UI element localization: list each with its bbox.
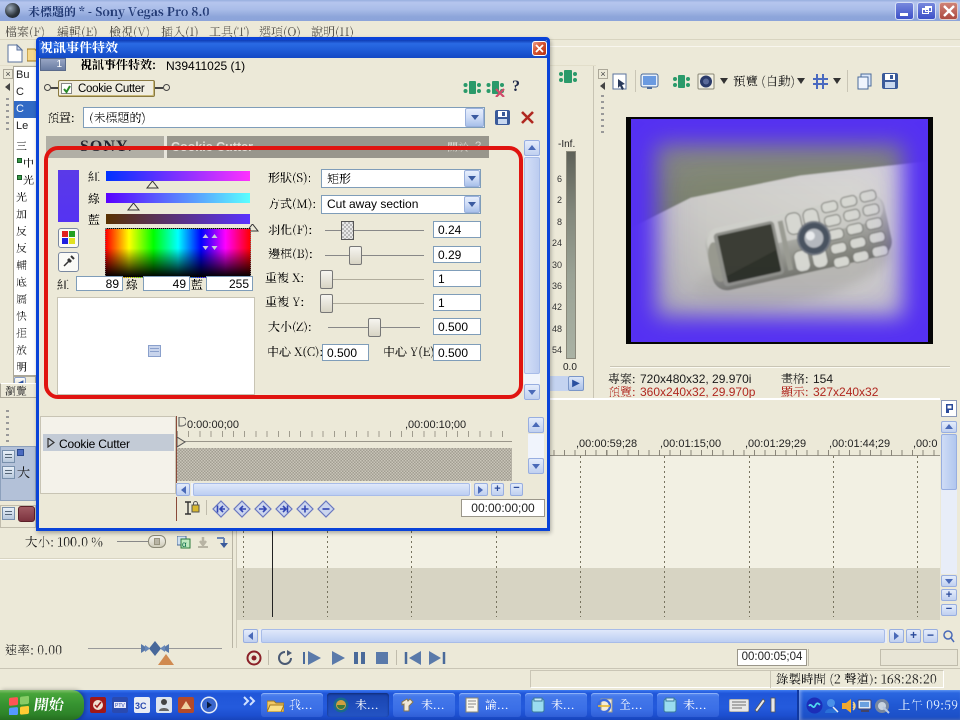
svg-text:α: α [182,540,187,549]
svg-text:3C: 3C [135,701,147,711]
svg-text:PTV: PTV [115,703,125,709]
